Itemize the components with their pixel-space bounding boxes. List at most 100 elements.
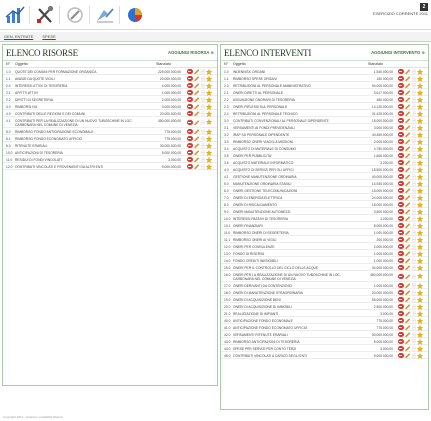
delete-icon[interactable]: [398, 303, 404, 310]
drag-handle-icon[interactable]: [201, 97, 205, 102]
edit-icon[interactable]: [405, 153, 411, 159]
drag-handle-icon[interactable]: [201, 136, 205, 141]
star-icon[interactable]: [416, 345, 424, 352]
star-icon[interactable]: [416, 208, 424, 215]
table-row[interactable]: 2.0 RETRIBUZIONI AL PERSONALE AMMINISTRAT…: [221, 82, 428, 89]
edit-icon[interactable]: [405, 90, 411, 96]
delete-icon[interactable]: [398, 331, 404, 338]
drag-handle-icon[interactable]: [201, 104, 205, 109]
star-icon[interactable]: [205, 163, 213, 170]
drag-handle-icon[interactable]: [412, 237, 416, 242]
edit-icon[interactable]: [194, 119, 200, 126]
star-icon[interactable]: [205, 142, 213, 149]
star-icon[interactable]: [416, 152, 424, 159]
table-row[interactable]: 2.0 INTERESSI ATTIVI DI TESORERIA 4.000.00…: [3, 82, 217, 89]
table-row[interactable]: 2.2 DIRITTI DI SEGRETERIA 2.000.000,00: [3, 96, 217, 103]
edit-icon[interactable]: [405, 195, 411, 201]
edit-icon[interactable]: [194, 150, 200, 156]
drag-handle-icon[interactable]: [201, 120, 205, 125]
edit-icon[interactable]: [405, 346, 411, 352]
drag-handle-icon[interactable]: [412, 160, 416, 165]
edit-icon[interactable]: [194, 76, 200, 82]
star-icon[interactable]: [416, 229, 424, 236]
delete-icon[interactable]: [398, 110, 404, 117]
table-row[interactable]: 11.0 RESIDUI DI FONDI VINCOLATI 3.000,00: [3, 156, 217, 163]
table-row[interactable]: 16.0 ONERI PER LA REALIZZAZIONE DI UN NUO…: [221, 271, 428, 282]
drag-handle-icon[interactable]: [201, 143, 205, 148]
star-icon[interactable]: [416, 324, 424, 331]
edit-icon[interactable]: [194, 136, 200, 142]
edit-icon[interactable]: [405, 290, 411, 296]
star-icon[interactable]: [205, 82, 213, 89]
delete-icon[interactable]: [398, 296, 404, 303]
drag-handle-icon[interactable]: [412, 223, 416, 228]
edit-icon[interactable]: [405, 283, 411, 289]
delete-icon[interactable]: [398, 89, 404, 96]
star-icon[interactable]: [416, 68, 424, 75]
star-icon[interactable]: [205, 128, 213, 135]
edit-icon[interactable]: [405, 297, 411, 303]
edit-icon[interactable]: [405, 244, 411, 250]
star-icon[interactable]: [416, 138, 424, 145]
delete-icon[interactable]: [187, 110, 193, 117]
drag-handle-icon[interactable]: [412, 353, 416, 358]
star-icon[interactable]: [416, 173, 424, 180]
table-row[interactable]: 20.0 ONERI DI ACQUISIZIONE DI IMMOBILI 2.5…: [221, 303, 428, 310]
table-row[interactable]: 5.0 RIMBORSO FONDO ANTICIPAZIONE ECONOMAL…: [3, 128, 217, 135]
edit-icon[interactable]: [405, 111, 411, 117]
table-row[interactable]: 2.4 RETRIBUZIONI AL PERSONALE TECNICO 31.4…: [221, 110, 428, 117]
edit-icon[interactable]: [405, 97, 411, 103]
pie-chart-icon[interactable]: [124, 5, 146, 25]
delete-icon[interactable]: [187, 142, 193, 149]
table-row[interactable]: 3.1 VERSAMENTI AI FONDI PREVIDENZIALI 3.00…: [221, 124, 428, 131]
edit-icon[interactable]: [405, 216, 411, 222]
edit-icon[interactable]: [194, 69, 200, 75]
drag-handle-icon[interactable]: [201, 90, 205, 95]
delete-icon[interactable]: [398, 345, 404, 352]
delete-icon[interactable]: [398, 250, 404, 257]
drag-handle-icon[interactable]: [412, 111, 416, 116]
star-icon[interactable]: [416, 89, 424, 96]
edit-icon[interactable]: [405, 251, 411, 257]
table-row[interactable]: 10.0 ANTICIPAZIONI DI TESORERIA 5.000.000,…: [3, 149, 217, 156]
table-row[interactable]: 3.4 ACQUISTO DI MATERIALE DI CONSUMO 4.750…: [221, 145, 428, 152]
drag-handle-icon[interactable]: [412, 181, 416, 186]
table-row[interactable]: 44.0 SPESE PER SERVIZI PER CONTO TERZI 3.0…: [221, 345, 428, 352]
delete-icon[interactable]: [187, 96, 193, 103]
edit-icon[interactable]: [405, 353, 411, 359]
edit-icon[interactable]: [405, 188, 411, 194]
edit-icon[interactable]: [405, 83, 411, 89]
table-row[interactable]: 2.3 ONERI RIFLESSI SUL PERSONALE 14.130.00…: [221, 103, 428, 110]
add-resource-button[interactable]: AGGIUNGI RISORSA ⊕: [168, 50, 214, 55]
delete-icon[interactable]: [187, 82, 193, 89]
edit-icon[interactable]: [405, 223, 411, 229]
drag-handle-icon[interactable]: [412, 258, 416, 263]
wrench-icon[interactable]: [64, 5, 86, 25]
tools-icon[interactable]: [34, 5, 56, 25]
delete-icon[interactable]: [398, 180, 404, 187]
table-row[interactable]: 15.0 ONERI PER IL CONTROLLO DEL CICLO DEL…: [221, 264, 428, 271]
star-icon[interactable]: [416, 222, 424, 229]
star-icon[interactable]: [205, 68, 213, 75]
delete-icon[interactable]: [398, 117, 404, 124]
star-icon[interactable]: [416, 317, 424, 324]
table-row[interactable]: 6.0 ONERI GESTIONE TELECOMUNICAZIONI 18.00…: [221, 187, 428, 194]
star-icon[interactable]: [416, 338, 424, 345]
drag-handle-icon[interactable]: [412, 209, 416, 214]
delete-icon[interactable]: [398, 243, 404, 250]
add-intervention-button[interactable]: AGGIUNGI INTERVENTO ⊕: [371, 50, 425, 55]
drag-handle-icon[interactable]: [201, 129, 205, 134]
edit-icon[interactable]: [405, 311, 411, 317]
delete-icon[interactable]: [398, 352, 404, 359]
table-row[interactable]: 4.1 GESTIONE MANUTENZIONE ORDINARIA 40.000…: [221, 173, 428, 180]
table-row[interactable]: 10.0 INTERESSI PASSIVI DI TESORERIA 1.200,…: [221, 215, 428, 222]
chart-icon[interactable]: [4, 5, 26, 25]
drag-handle-icon[interactable]: [412, 104, 416, 109]
star-icon[interactable]: [416, 250, 424, 257]
star-icon[interactable]: [205, 135, 213, 142]
drag-handle-icon[interactable]: [412, 174, 416, 179]
star-icon[interactable]: [416, 103, 424, 110]
star-icon[interactable]: [416, 352, 424, 359]
pen-tool-icon[interactable]: [94, 5, 116, 25]
table-row[interactable]: 42.0 VERSAMENTI RITENUTE ERARIALI 30.000.0…: [221, 331, 428, 338]
